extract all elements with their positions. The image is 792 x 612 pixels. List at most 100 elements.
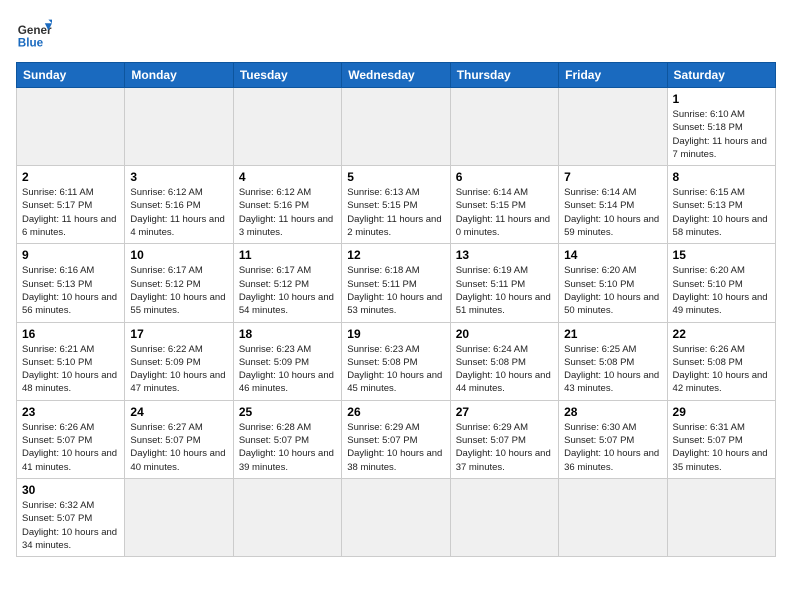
day-number: 19 bbox=[347, 327, 444, 341]
calendar-cell: 8 Sunrise: 6:15 AMSunset: 5:13 PMDaylight… bbox=[667, 166, 775, 244]
day-info: Sunrise: 6:25 AMSunset: 5:08 PMDaylight:… bbox=[564, 343, 661, 396]
calendar-cell: 4 Sunrise: 6:12 AMSunset: 5:16 PMDaylight… bbox=[233, 166, 341, 244]
weekday-header: Monday bbox=[125, 63, 233, 88]
day-info: Sunrise: 6:23 AMSunset: 5:09 PMDaylight:… bbox=[239, 343, 336, 396]
calendar-cell bbox=[450, 88, 558, 166]
day-number: 15 bbox=[673, 248, 770, 262]
day-number: 8 bbox=[673, 170, 770, 184]
day-number: 30 bbox=[22, 483, 119, 497]
calendar-cell: 12 Sunrise: 6:18 AMSunset: 5:11 PMDayligh… bbox=[342, 244, 450, 322]
day-info: Sunrise: 6:31 AMSunset: 5:07 PMDaylight:… bbox=[673, 421, 770, 474]
day-number: 9 bbox=[22, 248, 119, 262]
day-number: 28 bbox=[564, 405, 661, 419]
calendar-cell bbox=[125, 88, 233, 166]
calendar-cell: 25Sunrise: 6:28 AMSunset: 5:07 PMDayligh… bbox=[233, 400, 341, 478]
calendar-cell: 13 Sunrise: 6:19 AMSunset: 5:11 PMDayligh… bbox=[450, 244, 558, 322]
day-info: Sunrise: 6:29 AMSunset: 5:07 PMDaylight:… bbox=[456, 421, 553, 474]
calendar-week-row: 2 Sunrise: 6:11 AMSunset: 5:17 PMDaylight… bbox=[17, 166, 776, 244]
calendar-cell: 9Sunrise: 6:16 AMSunset: 5:13 PMDaylight… bbox=[17, 244, 125, 322]
day-info: Sunrise: 6:17 AMSunset: 5:12 PMDaylight:… bbox=[239, 264, 336, 317]
day-number: 23 bbox=[22, 405, 119, 419]
calendar-cell: 11 Sunrise: 6:17 AMSunset: 5:12 PMDayligh… bbox=[233, 244, 341, 322]
day-number: 17 bbox=[130, 327, 227, 341]
day-number: 10 bbox=[130, 248, 227, 262]
calendar-cell: 3 Sunrise: 6:12 AMSunset: 5:16 PMDaylight… bbox=[125, 166, 233, 244]
calendar-week-row: 1Sunrise: 6:10 AMSunset: 5:18 PMDaylight… bbox=[17, 88, 776, 166]
calendar-week-row: 9Sunrise: 6:16 AMSunset: 5:13 PMDaylight… bbox=[17, 244, 776, 322]
day-info: Sunrise: 6:19 AMSunset: 5:11 PMDaylight:… bbox=[456, 264, 553, 317]
day-info: Sunrise: 6:12 AMSunset: 5:16 PMDaylight:… bbox=[239, 186, 336, 239]
day-number: 24 bbox=[130, 405, 227, 419]
calendar-week-row: 16 Sunrise: 6:21 AMSunset: 5:10 PMDayligh… bbox=[17, 322, 776, 400]
day-info: Sunrise: 6:17 AMSunset: 5:12 PMDaylight:… bbox=[130, 264, 227, 317]
calendar-cell bbox=[559, 88, 667, 166]
day-info: Sunrise: 6:18 AMSunset: 5:11 PMDaylight:… bbox=[347, 264, 444, 317]
day-info: Sunrise: 6:13 AMSunset: 5:15 PMDaylight:… bbox=[347, 186, 444, 239]
calendar-cell: 26 Sunrise: 6:29 AMSunset: 5:07 PMDayligh… bbox=[342, 400, 450, 478]
weekday-header: Friday bbox=[559, 63, 667, 88]
calendar-cell bbox=[125, 478, 233, 556]
day-number: 27 bbox=[456, 405, 553, 419]
day-number: 20 bbox=[456, 327, 553, 341]
day-number: 11 bbox=[239, 248, 336, 262]
weekday-header: Sunday bbox=[17, 63, 125, 88]
day-number: 18 bbox=[239, 327, 336, 341]
calendar-cell: 21Sunrise: 6:25 AMSunset: 5:08 PMDayligh… bbox=[559, 322, 667, 400]
calendar-cell: 15 Sunrise: 6:20 AMSunset: 5:10 PMDayligh… bbox=[667, 244, 775, 322]
calendar-table: SundayMondayTuesdayWednesdayThursdayFrid… bbox=[16, 62, 776, 557]
day-number: 16 bbox=[22, 327, 119, 341]
day-info: Sunrise: 6:15 AMSunset: 5:13 PMDaylight:… bbox=[673, 186, 770, 239]
day-info: Sunrise: 6:20 AMSunset: 5:10 PMDaylight:… bbox=[673, 264, 770, 317]
day-number: 22 bbox=[673, 327, 770, 341]
day-info: Sunrise: 6:23 AMSunset: 5:08 PMDaylight:… bbox=[347, 343, 444, 396]
day-number: 26 bbox=[347, 405, 444, 419]
day-number: 5 bbox=[347, 170, 444, 184]
day-info: Sunrise: 6:10 AMSunset: 5:18 PMDaylight:… bbox=[673, 108, 770, 161]
calendar-cell: 30 Sunrise: 6:32 AMSunset: 5:07 PMDayligh… bbox=[17, 478, 125, 556]
calendar-cell: 24 Sunrise: 6:27 AMSunset: 5:07 PMDayligh… bbox=[125, 400, 233, 478]
calendar-cell bbox=[233, 88, 341, 166]
day-number: 7 bbox=[564, 170, 661, 184]
day-number: 2 bbox=[22, 170, 119, 184]
day-number: 14 bbox=[564, 248, 661, 262]
day-info: Sunrise: 6:11 AMSunset: 5:17 PMDaylight:… bbox=[22, 186, 119, 239]
logo: General Blue bbox=[16, 16, 56, 52]
calendar-cell: 22 Sunrise: 6:26 AMSunset: 5:08 PMDayligh… bbox=[667, 322, 775, 400]
weekday-header: Thursday bbox=[450, 63, 558, 88]
calendar-cell: 23 Sunrise: 6:26 AMSunset: 5:07 PMDayligh… bbox=[17, 400, 125, 478]
day-info: Sunrise: 6:20 AMSunset: 5:10 PMDaylight:… bbox=[564, 264, 661, 317]
day-info: Sunrise: 6:29 AMSunset: 5:07 PMDaylight:… bbox=[347, 421, 444, 474]
calendar-cell: 19 Sunrise: 6:23 AMSunset: 5:08 PMDayligh… bbox=[342, 322, 450, 400]
calendar-cell: 5 Sunrise: 6:13 AMSunset: 5:15 PMDaylight… bbox=[342, 166, 450, 244]
calendar-cell bbox=[559, 478, 667, 556]
day-number: 13 bbox=[456, 248, 553, 262]
svg-text:Blue: Blue bbox=[18, 37, 44, 50]
day-info: Sunrise: 6:21 AMSunset: 5:10 PMDaylight:… bbox=[22, 343, 119, 396]
day-number: 3 bbox=[130, 170, 227, 184]
calendar-cell: 27 Sunrise: 6:29 AMSunset: 5:07 PMDayligh… bbox=[450, 400, 558, 478]
day-info: Sunrise: 6:32 AMSunset: 5:07 PMDaylight:… bbox=[22, 499, 119, 552]
calendar-cell: 18 Sunrise: 6:23 AMSunset: 5:09 PMDayligh… bbox=[233, 322, 341, 400]
calendar-cell: 10 Sunrise: 6:17 AMSunset: 5:12 PMDayligh… bbox=[125, 244, 233, 322]
calendar-cell bbox=[233, 478, 341, 556]
day-info: Sunrise: 6:22 AMSunset: 5:09 PMDaylight:… bbox=[130, 343, 227, 396]
calendar-cell bbox=[342, 478, 450, 556]
day-info: Sunrise: 6:27 AMSunset: 5:07 PMDaylight:… bbox=[130, 421, 227, 474]
day-number: 25 bbox=[239, 405, 336, 419]
weekday-header: Saturday bbox=[667, 63, 775, 88]
day-number: 4 bbox=[239, 170, 336, 184]
calendar-cell bbox=[450, 478, 558, 556]
day-number: 12 bbox=[347, 248, 444, 262]
day-info: Sunrise: 6:26 AMSunset: 5:08 PMDaylight:… bbox=[673, 343, 770, 396]
calendar-cell: 17 Sunrise: 6:22 AMSunset: 5:09 PMDayligh… bbox=[125, 322, 233, 400]
calendar-cell: 14 Sunrise: 6:20 AMSunset: 5:10 PMDayligh… bbox=[559, 244, 667, 322]
calendar-week-row: 30 Sunrise: 6:32 AMSunset: 5:07 PMDayligh… bbox=[17, 478, 776, 556]
calendar-cell: 1Sunrise: 6:10 AMSunset: 5:18 PMDaylight… bbox=[667, 88, 775, 166]
weekday-header: Wednesday bbox=[342, 63, 450, 88]
weekday-header: Tuesday bbox=[233, 63, 341, 88]
day-info: Sunrise: 6:26 AMSunset: 5:07 PMDaylight:… bbox=[22, 421, 119, 474]
calendar-cell: 29Sunrise: 6:31 AMSunset: 5:07 PMDayligh… bbox=[667, 400, 775, 478]
calendar-cell: 7Sunrise: 6:14 AMSunset: 5:14 PMDaylight… bbox=[559, 166, 667, 244]
day-info: Sunrise: 6:30 AMSunset: 5:07 PMDaylight:… bbox=[564, 421, 661, 474]
day-info: Sunrise: 6:12 AMSunset: 5:16 PMDaylight:… bbox=[130, 186, 227, 239]
